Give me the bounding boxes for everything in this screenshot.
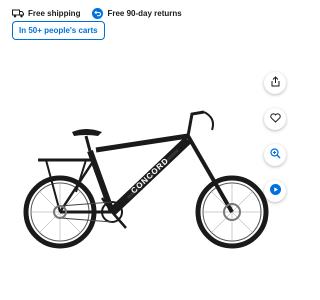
perk-label: Free shipping	[28, 8, 81, 18]
zoom-button[interactable]	[264, 144, 286, 166]
delivery-truck-icon	[12, 9, 24, 18]
favorite-button[interactable]	[264, 108, 286, 130]
heart-icon	[269, 110, 281, 128]
play-video-button[interactable]	[264, 180, 286, 202]
carts-count-badge: In 50+ people's carts	[12, 21, 105, 40]
product-image[interactable]: CONCORD	[16, 96, 278, 264]
play-icon	[269, 182, 281, 200]
svg-text:CONCORD: CONCORD	[129, 156, 170, 196]
perk-label: Free 90-day returns	[107, 8, 182, 18]
share-icon	[270, 74, 281, 92]
zoom-in-icon	[269, 146, 281, 164]
shipping-perks: Free shipping Free 90-day returns	[12, 5, 294, 21]
perk-free-shipping: Free shipping	[12, 9, 80, 18]
image-actions	[264, 72, 286, 216]
perk-free-returns: Free 90-day returns	[92, 7, 182, 19]
share-button[interactable]	[264, 72, 286, 94]
return-arrow-icon	[92, 7, 104, 19]
